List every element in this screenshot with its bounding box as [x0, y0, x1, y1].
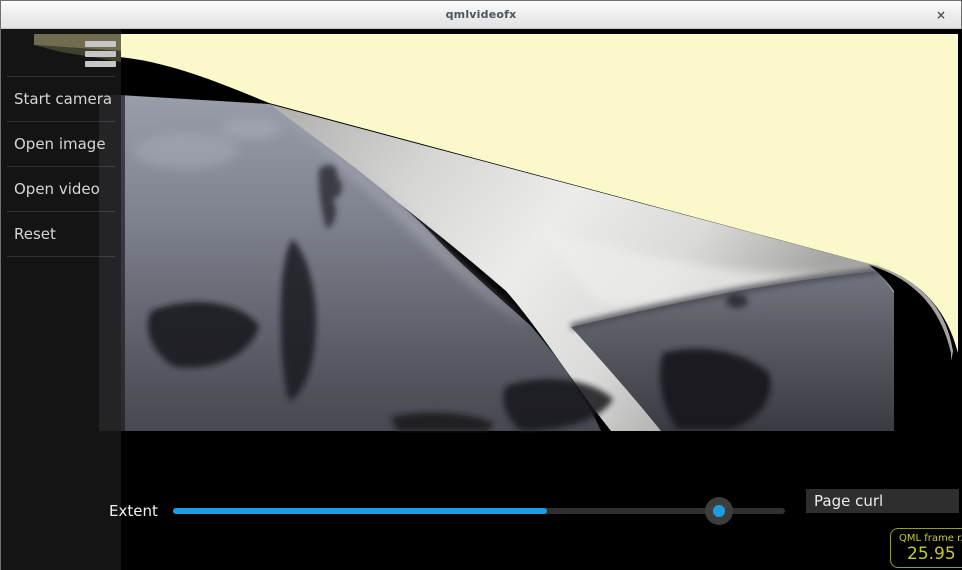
window-title: qmlvideofx	[1, 8, 961, 21]
sidebar-item-reset[interactable]: Reset	[1, 212, 121, 256]
menu-separator	[7, 256, 115, 257]
app-window: qmlvideofx ×	[0, 0, 962, 570]
sidebar-item-start-camera[interactable]: Start camera	[1, 77, 121, 121]
sidebar-item-open-image[interactable]: Open image	[1, 122, 121, 166]
title-bar: qmlvideofx ×	[1, 1, 961, 29]
slider-handle-dot	[713, 505, 725, 517]
main-area: Start camera Open image Open video Reset…	[1, 29, 962, 570]
hamburger-icon[interactable]	[85, 41, 116, 68]
fps-value: 25.95	[899, 544, 962, 564]
fps-label: QML frame r...	[899, 533, 962, 544]
fps-display: QML frame r... 25.95	[890, 528, 962, 568]
slider-handle[interactable]	[705, 497, 733, 525]
extent-slider-label: Extent	[109, 502, 158, 520]
sidebar: Start camera Open image Open video Reset	[1, 29, 121, 570]
extent-slider[interactable]	[173, 497, 785, 525]
sidebar-item-open-video[interactable]: Open video	[1, 167, 121, 211]
close-icon[interactable]: ×	[933, 7, 949, 23]
slider-fill	[173, 508, 547, 514]
sidebar-menu: Start camera Open image Open video Reset	[1, 76, 121, 257]
effect-selector-button[interactable]: Page curl	[806, 489, 959, 513]
